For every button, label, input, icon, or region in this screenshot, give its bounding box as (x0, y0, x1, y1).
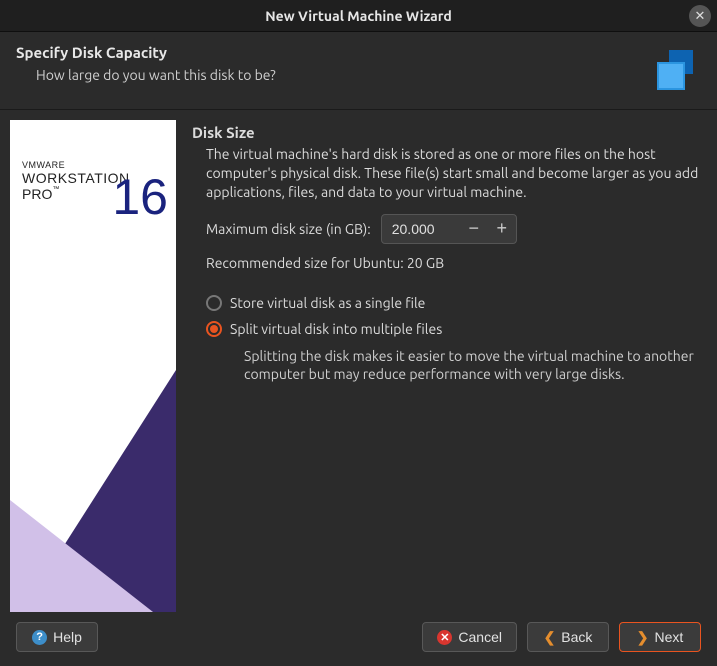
disk-icon (649, 44, 701, 99)
radio-single-file[interactable]: Store virtual disk as a single file (206, 295, 701, 311)
recommended-text: Recommended size for Ubuntu: 20 GB (206, 254, 701, 273)
cancel-label: Cancel (458, 629, 502, 645)
titlebar: New Virtual Machine Wizard ✕ (0, 0, 717, 32)
minus-icon: − (468, 218, 479, 239)
disk-size-spinner: − + (381, 214, 517, 244)
header-text: Specify Disk Capacity How large do you w… (16, 44, 649, 83)
radio-icon (206, 321, 222, 337)
disk-size-input[interactable] (382, 221, 460, 237)
section-description: The virtual machine's hard disk is store… (206, 145, 701, 202)
next-button[interactable]: ❯ Next (619, 622, 701, 652)
cancel-button[interactable]: ✕ Cancel (422, 622, 517, 652)
radio-label: Split virtual disk into multiple files (230, 321, 442, 337)
wizard-footer: ? Help ✕ Cancel ❮ Back ❯ Next (0, 612, 717, 666)
plus-icon: + (496, 218, 507, 239)
increase-button[interactable]: + (488, 215, 516, 243)
max-size-row: Maximum disk size (in GB): − + (206, 214, 701, 244)
disk-allocation-group: Store virtual disk as a single file Spli… (206, 295, 701, 385)
radio-label: Store virtual disk as a single file (230, 295, 425, 311)
chevron-left-icon: ❮ (544, 629, 556, 646)
sidebar-branding: VMWARE WORKSTATION PRO™ 16 (10, 120, 176, 612)
content-area: Disk Size The virtual machine's hard dis… (192, 120, 701, 602)
decrease-button[interactable]: − (460, 215, 488, 243)
help-button[interactable]: ? Help (16, 622, 98, 652)
page-subtitle: How large do you want this disk to be? (36, 67, 649, 83)
radio-icon (206, 295, 222, 311)
help-icon: ? (32, 630, 47, 645)
chevron-right-icon: ❯ (637, 629, 649, 646)
back-label: Back (561, 629, 592, 645)
help-label: Help (53, 629, 82, 645)
max-size-label: Maximum disk size (in GB): (206, 221, 371, 237)
back-button[interactable]: ❮ Back (527, 622, 609, 652)
wizard-body: VMWARE WORKSTATION PRO™ 16 Disk Size The… (0, 110, 717, 612)
window-title: New Virtual Machine Wizard (0, 8, 717, 24)
close-icon: ✕ (695, 9, 706, 24)
wizard-header: Specify Disk Capacity How large do you w… (0, 32, 717, 110)
cancel-icon: ✕ (437, 630, 452, 645)
close-button[interactable]: ✕ (689, 5, 711, 27)
radio-split-files[interactable]: Split virtual disk into multiple files (206, 321, 701, 337)
section-title: Disk Size (192, 124, 701, 141)
next-label: Next (654, 629, 683, 645)
brand-version: 16 (112, 168, 168, 226)
split-description: Splitting the disk makes it easier to mo… (244, 347, 701, 385)
page-title: Specify Disk Capacity (16, 44, 649, 61)
